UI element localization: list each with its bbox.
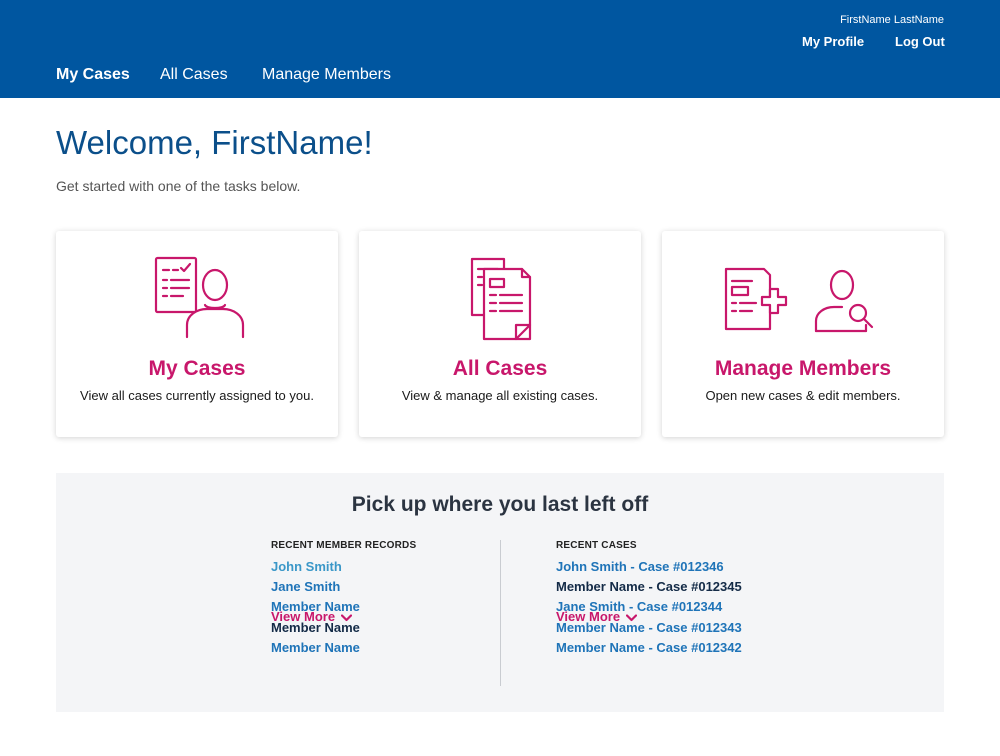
card-title: All Cases	[452, 357, 548, 380]
card-title: My Cases	[148, 357, 246, 380]
card-description: View & manage all existing cases.	[401, 388, 599, 403]
view-more-label: View More	[556, 609, 621, 624]
manage-members-card[interactable]: Manage Members Open new cases & edit mem…	[662, 231, 944, 437]
recent-activity-panel: Pick up where you last left off RECENT M…	[56, 473, 944, 712]
nav-my-cases[interactable]: My Cases	[56, 66, 130, 84]
nav-manage-members[interactable]: Manage Members	[262, 66, 391, 84]
log-out-link[interactable]: Log Out	[895, 34, 945, 49]
recent-members-heading: RECENT MEMBER RECORDS	[271, 540, 417, 551]
case-link[interactable]: John Smith - Case #012346	[556, 558, 742, 578]
chevron-down-icon	[625, 613, 638, 621]
member-record-link[interactable]: Jane Smith	[271, 578, 416, 598]
card-title: Manage Members	[714, 357, 892, 380]
assigned-case-user-icon	[56, 255, 338, 345]
member-record-link[interactable]: John Smith	[271, 558, 416, 578]
document-plus-member-search-icon	[662, 255, 944, 345]
card-description: Open new cases & edit members.	[705, 388, 901, 403]
card-description: View all cases currently assigned to you…	[80, 388, 314, 403]
user-name: FirstName LastName	[840, 14, 944, 26]
chevron-down-icon	[340, 613, 353, 621]
page-subtitle: Get started with one of the tasks below.	[56, 178, 301, 194]
nav-all-cases[interactable]: All Cases	[160, 66, 228, 84]
my-cases-card[interactable]: My Cases View all cases currently assign…	[56, 231, 338, 437]
page-title: Welcome, FirstName!	[56, 124, 373, 161]
recent-cases-heading: RECENT CASES	[556, 540, 637, 551]
top-header: FirstName LastName My Profile Log Out My…	[0, 0, 1000, 98]
stacked-documents-icon	[359, 255, 641, 345]
recent-section-title: Pick up where you last left off	[351, 493, 649, 516]
cases-view-more-button[interactable]: View More	[556, 609, 638, 624]
view-more-label: View More	[271, 609, 336, 624]
members-view-more-button[interactable]: View More	[271, 609, 353, 624]
case-link[interactable]: Member Name - Case #012342	[556, 639, 742, 659]
member-record-link[interactable]: Member Name	[271, 639, 416, 659]
case-link[interactable]: Member Name - Case #012345	[556, 578, 742, 598]
recent-cases: RECENT CASES John Smith - Case #012346 M…	[556, 540, 742, 659]
column-divider	[500, 540, 501, 686]
recent-member-records: RECENT MEMBER RECORDS John Smith Jane Sm…	[271, 540, 416, 659]
my-profile-link[interactable]: My Profile	[802, 34, 864, 49]
all-cases-card[interactable]: All Cases View & manage all existing cas…	[359, 231, 641, 437]
